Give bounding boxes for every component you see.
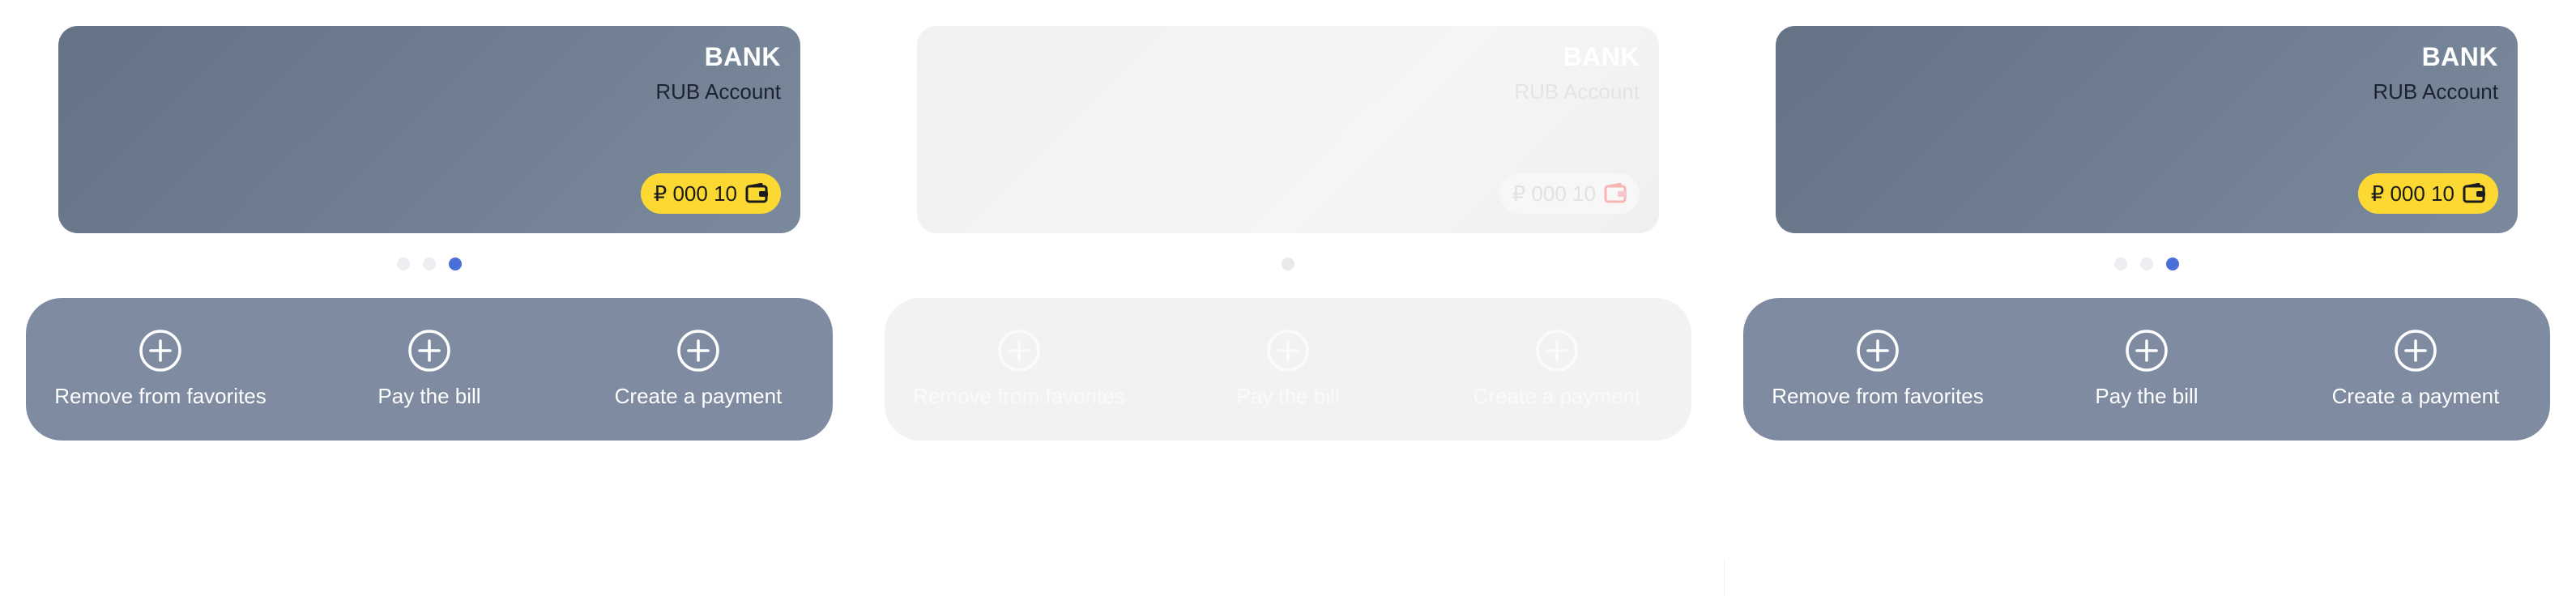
account-widget-default: BANK RUB Account ₽ 000 10 Remove from fa… — [23, 0, 836, 596]
balance-badge[interactable]: ₽ 000 10 — [2357, 173, 2498, 214]
pager-dot[interactable] — [397, 258, 410, 270]
balance-badge[interactable]: ₽ 000 10 — [640, 173, 781, 214]
wallet-icon — [2463, 183, 2485, 203]
balance-amount: ₽ 000 10 — [2370, 181, 2454, 206]
balance-amount: ₽ 000 10 — [1512, 181, 1596, 206]
pay-the-bill-button[interactable]: Pay the bill — [308, 298, 551, 409]
remove-from-favorites-button[interactable]: Remove from favorites — [1756, 298, 1999, 409]
pager-dot[interactable] — [2140, 258, 2153, 270]
account-card[interactable]: BANK RUB Account ₽ 000 10 — [917, 26, 1659, 233]
card-pager — [1740, 258, 2553, 270]
action-label: Remove from favorites — [54, 384, 267, 408]
action-label: Remove from favorites — [1772, 384, 1984, 408]
wallet-icon — [1604, 183, 1627, 203]
plus-circle-icon — [1857, 330, 1899, 372]
card-pager — [881, 258, 1695, 270]
card-actions-panel: Remove from favorites Pay the bill Creat… — [885, 298, 1691, 441]
sheet-edge-divider — [1716, 559, 1725, 596]
bank-name: BANK — [1563, 42, 1640, 71]
account-widget-loading: BANK RUB Account ₽ 000 10 Remove from fa… — [881, 0, 1695, 596]
plus-circle-icon — [2126, 330, 2168, 372]
wallet-icon — [745, 183, 768, 203]
action-label: Remove from favorites — [913, 384, 1125, 408]
bank-name: BANK — [2421, 42, 2498, 71]
balance-amount: ₽ 000 10 — [653, 181, 737, 206]
account-name: RUB Account — [655, 79, 781, 104]
remove-from-favorites-button[interactable]: Remove from favorites — [39, 298, 282, 409]
account-widget-selected: BANK RUB Account ₽ 000 10 Remove from fa… — [1740, 0, 2553, 596]
action-label: Create a payment — [2331, 384, 2500, 408]
remove-from-favorites-button[interactable]: Remove from favorites — [898, 298, 1141, 409]
card-pager — [23, 258, 836, 270]
pay-the-bill-button[interactable]: Pay the bill — [1166, 298, 1410, 409]
plus-circle-icon — [1536, 330, 1578, 372]
pager-dot[interactable] — [423, 258, 436, 270]
action-label: Pay the bill — [2095, 384, 2199, 408]
create-a-payment-button[interactable]: Create a payment — [577, 298, 820, 409]
plus-circle-icon — [139, 330, 181, 372]
balance-badge[interactable]: ₽ 000 10 — [1499, 173, 1640, 214]
plus-circle-icon — [2395, 330, 2437, 372]
action-label: Pay the bill — [1236, 384, 1340, 408]
action-label: Create a payment — [614, 384, 783, 408]
account-card[interactable]: BANK RUB Account ₽ 000 10 — [58, 26, 800, 233]
account-name: RUB Account — [1514, 79, 1640, 104]
create-a-payment-button[interactable]: Create a payment — [1435, 298, 1678, 409]
plus-circle-icon — [408, 330, 450, 372]
plus-circle-icon — [1267, 330, 1309, 372]
plus-circle-icon — [998, 330, 1040, 372]
action-label: Create a payment — [1473, 384, 1641, 408]
account-name: RUB Account — [2373, 79, 2498, 104]
pager-dot[interactable] — [2114, 258, 2127, 270]
bank-name: BANK — [704, 42, 781, 71]
plus-circle-icon — [677, 330, 719, 372]
pager-dot-active[interactable] — [2166, 258, 2179, 270]
pager-dot-active[interactable] — [449, 258, 462, 270]
create-a-payment-button[interactable]: Create a payment — [2294, 298, 2537, 409]
pay-the-bill-button[interactable]: Pay the bill — [2025, 298, 2268, 409]
action-label: Pay the bill — [377, 384, 481, 408]
card-actions-panel: Remove from favorites Pay the bill Creat… — [26, 298, 833, 441]
account-card[interactable]: BANK RUB Account ₽ 000 10 — [1776, 26, 2518, 233]
pager-dot[interactable] — [1282, 258, 1294, 270]
card-actions-panel: Remove from favorites Pay the bill Creat… — [1743, 298, 2550, 441]
